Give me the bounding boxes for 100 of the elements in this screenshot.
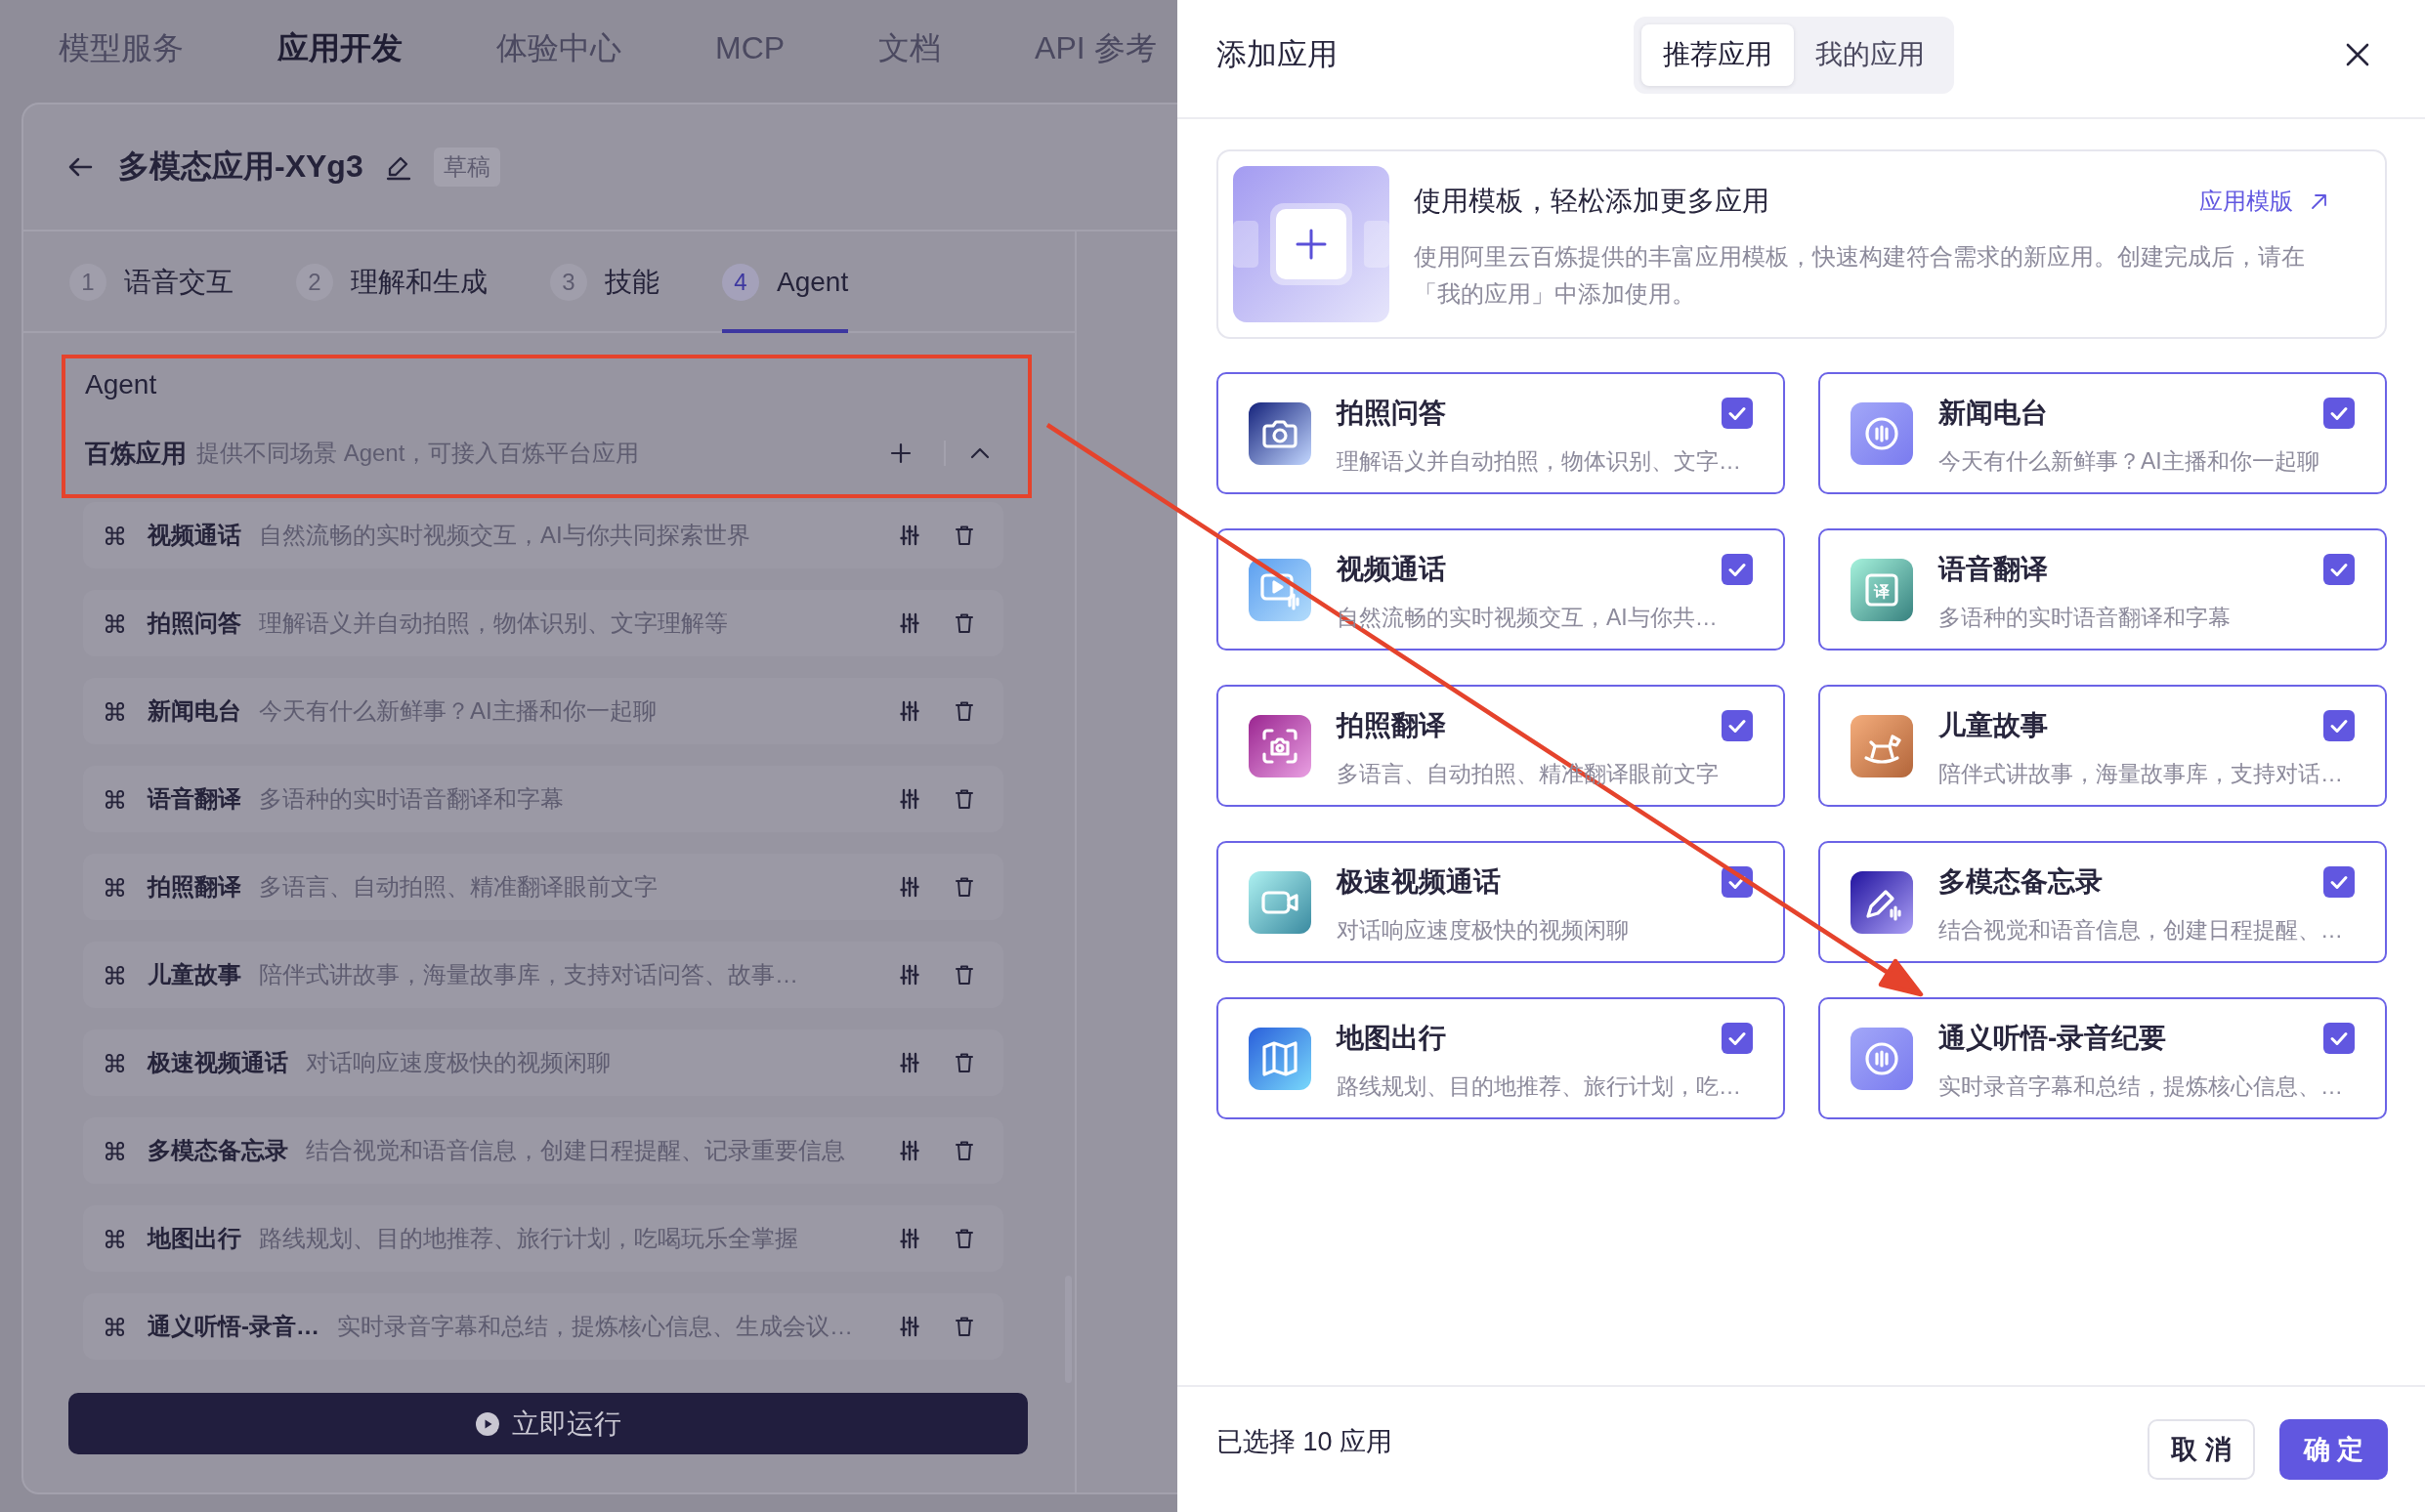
command-icon [104,1227,126,1250]
trash-icon[interactable] [955,1316,974,1337]
nav-item[interactable]: 应用开发 [277,26,403,70]
app-card-title: 儿童故事 [1938,709,2048,742]
command-icon [104,611,126,635]
checkbox[interactable] [1722,710,1753,741]
app-description: 实时录音字幕和总结，提炼核心信息、生成会议… [337,1312,854,1341]
app-card[interactable]: 儿童故事 陪伴式讲故事，海量故事库，支持对话… [1818,685,2387,807]
app-card[interactable]: 拍照翻译 多语言、自动拍照、精准翻译眼前文字 [1216,685,1785,807]
checkbox[interactable] [2323,554,2355,585]
app-name: 视频通话 [148,521,241,550]
sliders-icon[interactable] [900,964,919,986]
add-icon[interactable] [890,442,912,464]
app-description: 路线规划、目的地推荐、旅行计划，吃喝玩乐全掌握 [259,1224,799,1253]
command-icon [104,524,126,547]
trash-icon[interactable] [955,1052,974,1073]
sliders-icon[interactable] [900,1052,919,1073]
checkbox[interactable] [2323,866,2355,898]
step-tab[interactable]: 1 语音交互 [69,231,234,333]
app-card-description: 陪伴式讲故事，海量故事库，支持对话… [1938,760,2344,788]
app-name: 多模态备忘录 [148,1136,288,1165]
command-icon [104,1139,126,1162]
sliders-icon[interactable] [900,1140,919,1161]
sound-wave-icon [1851,1027,1913,1090]
app-card[interactable]: 地图出行 路线规划、目的地推荐、旅行计划，吃… [1216,997,1785,1119]
command-icon [104,875,126,899]
sliders-icon[interactable] [900,525,919,546]
sliders-icon[interactable] [900,700,919,722]
app-card-title: 新闻电台 [1938,397,2048,430]
segment-tab[interactable]: 推荐应用 [1640,23,1794,86]
run-button[interactable]: 立即运行 [68,1393,1028,1454]
banner-title: 使用模板，轻松添加更多应用 [1414,185,1770,218]
app-description: 多语种的实时语音翻译和字幕 [259,784,565,814]
app-card-title: 多模态备忘录 [1938,865,2103,899]
trash-icon[interactable] [955,876,974,898]
app-card-title: 拍照翻译 [1337,709,1446,742]
status-badge: 草稿 [433,147,500,187]
section-title: Agent [85,368,158,401]
sliders-icon[interactable] [900,876,919,898]
close-icon[interactable] [2345,42,2370,67]
app-description: 理解语义并自动拍照，物体识别、文字理解等 [259,609,729,638]
app-card[interactable]: 极速视频通话 对话响应速度极快的视频闲聊 [1216,841,1785,963]
source-description: 提供不同场景 Agent，可接入百炼平台应用 [196,439,641,468]
trash-icon[interactable] [955,788,974,810]
app-name: 拍照问答 [148,609,241,638]
step-tab[interactable]: 2 理解和生成 [296,231,488,333]
checkbox[interactable] [1722,554,1753,585]
app-card-title: 拍照问答 [1337,397,1446,430]
app-name: 通义听悟-录音… [148,1312,319,1341]
app-card-description: 理解语义并自动拍照，物体识别、文字… [1337,447,1742,476]
trash-icon[interactable] [955,525,974,546]
sliders-icon[interactable] [900,1228,919,1249]
source-name: 百炼应用 [85,437,187,470]
trash-icon[interactable] [955,1228,974,1249]
checkbox[interactable] [2323,1023,2355,1054]
app-card[interactable]: 通义听悟-录音纪要 实时录音字幕和总结，提炼核心信息、… [1818,997,2387,1119]
camera-scan-icon [1249,714,1311,777]
cancel-button[interactable]: 取 消 [2148,1419,2255,1480]
sliders-icon[interactable] [900,1316,919,1337]
checkbox[interactable] [1722,1023,1753,1054]
sliders-icon[interactable] [900,788,919,810]
template-link[interactable]: 应用模版 [2199,186,2327,217]
app-card-description: 多语种的实时语音翻译和字幕 [1938,604,2232,632]
trash-icon[interactable] [955,700,974,722]
app-card[interactable]: 译 语音翻译 多语种的实时语音翻译和字幕 [1818,528,2387,651]
app-card[interactable]: 拍照问答 理解语义并自动拍照，物体识别、文字… [1216,372,1785,494]
checkbox[interactable] [1722,398,1753,429]
app-card-description: 结合视觉和语音信息，创建日程提醒、… [1938,916,2344,945]
trash-icon[interactable] [955,964,974,986]
app-name: 地图出行 [148,1224,241,1253]
command-icon [104,787,126,811]
video-play-icon [1249,558,1311,621]
checkbox[interactable] [2323,710,2355,741]
selection-count: 已选择 10 应用 [1216,1426,1394,1458]
app-card[interactable]: 新闻电台 今天有什么新鲜事？AI主播和你一起聊 [1818,372,2387,494]
command-icon [104,699,126,723]
play-icon [475,1410,500,1437]
app-card-title: 极速视频通话 [1337,865,1501,899]
step-tab[interactable]: 3 技能 [550,231,659,333]
app-card[interactable]: 多模态备忘录 结合视觉和语音信息，创建日程提醒、… [1818,841,2387,963]
map-icon [1249,1027,1311,1090]
app-name: 新闻电台 [148,696,241,726]
step-tab[interactable]: 4 Agent [722,231,849,333]
app-card-title: 地图出行 [1337,1022,1446,1055]
app-card-description: 实时录音字幕和总结，提炼核心信息、… [1938,1072,2344,1101]
app-card-title: 通义听悟-录音纪要 [1938,1022,2167,1055]
trash-icon[interactable] [955,1140,974,1161]
drawer-title: 添加应用 [1216,36,1339,73]
checkbox[interactable] [2323,398,2355,429]
app-description: 对话响应速度极快的视频闲聊 [306,1048,612,1077]
segment-tab[interactable]: 我的应用 [1793,23,1946,86]
app-card-title: 视频通话 [1337,553,1446,586]
trash-icon[interactable] [955,612,974,634]
confirm-button[interactable]: 确 定 [2279,1419,2388,1480]
camera-icon [1249,401,1311,465]
sliders-icon[interactable] [900,612,919,634]
command-icon [104,1051,126,1074]
app-description: 多语言、自动拍照、精准翻译眼前文字 [259,872,659,902]
app-name: 拍照翻译 [148,872,241,902]
app-description: 自然流畅的实时视频交互，AI与你共同探索世界 [259,521,751,550]
